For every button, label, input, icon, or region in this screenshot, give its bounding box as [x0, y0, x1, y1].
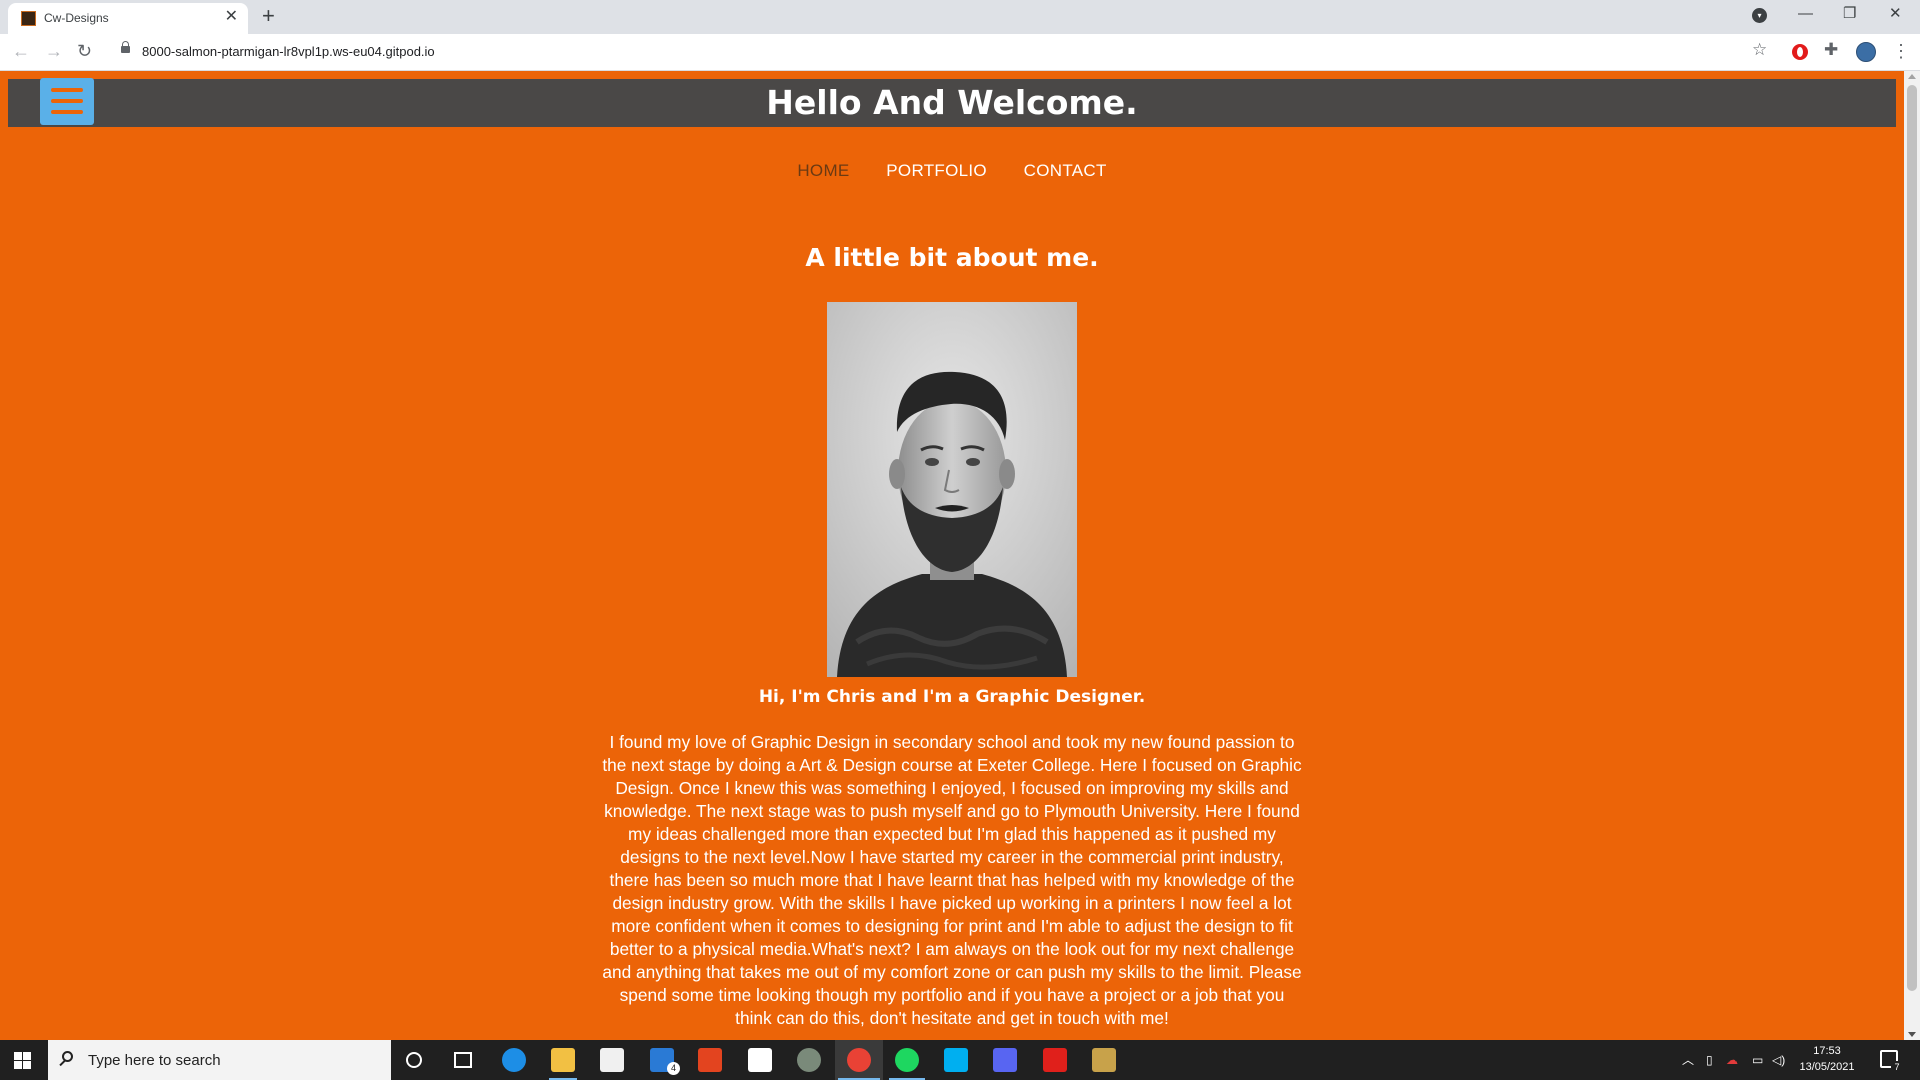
puzzle-extension-icon[interactable]: ✚ — [1824, 40, 1838, 60]
taskbar-clock[interactable]: 17:53 13/05/2021 — [1796, 1043, 1858, 1075]
clock-time: 17:53 — [1813, 1045, 1841, 1057]
forward-arrow-icon[interactable]: → — [45, 40, 63, 62]
nav-portfolio[interactable]: PORTFOLIO — [886, 161, 987, 181]
scroll-thumb[interactable] — [1907, 85, 1917, 991]
acrobat-icon[interactable] — [1043, 1048, 1067, 1072]
tray-device-icon[interactable]: ▯ — [1706, 1052, 1713, 1068]
about-heading: A little bit about me. — [805, 243, 1099, 272]
skype-icon[interactable] — [944, 1048, 968, 1072]
site-favicon-icon — [21, 11, 36, 26]
page-scrollbar[interactable] — [1904, 71, 1920, 1040]
reload-icon[interactable]: ↻ — [77, 40, 92, 62]
tray-onedrive-icon[interactable]: ☁ — [1726, 1052, 1738, 1068]
edge-icon[interactable] — [502, 1048, 526, 1072]
app-icon[interactable] — [797, 1048, 821, 1072]
task-view-icon[interactable] — [454, 1052, 472, 1068]
lock-icon[interactable] — [121, 41, 130, 53]
taskbar-search-box[interactable]: Type here to search — [48, 1040, 391, 1080]
new-tab-button[interactable]: + — [262, 4, 275, 28]
profile-photo — [827, 302, 1077, 677]
chrome-icon[interactable] — [847, 1048, 871, 1072]
office-icon[interactable] — [698, 1048, 722, 1072]
scroll-up-arrow-icon[interactable] — [1908, 74, 1916, 79]
browser-tab[interactable]: Cw-Designs ✕ — [8, 3, 248, 34]
tray-network-icon[interactable]: ▭ — [1752, 1052, 1763, 1068]
opera-extension-icon[interactable] — [1792, 44, 1808, 60]
notification-count: 7 — [1891, 1061, 1903, 1073]
menu-dots-icon[interactable]: ⋮ — [1892, 40, 1910, 62]
tray-volume-icon[interactable]: ◁) — [1772, 1052, 1785, 1068]
site-header: Hello And Welcome. — [8, 78, 1896, 127]
tray-chevron-icon[interactable]: ︿ — [1682, 1052, 1694, 1068]
clock-date: 13/05/2021 — [1799, 1061, 1855, 1073]
minimize-icon[interactable]: — — [1798, 4, 1813, 24]
file-explorer-icon[interactable] — [551, 1048, 575, 1072]
league-icon[interactable] — [1092, 1048, 1116, 1072]
taskbar-search-placeholder: Type here to search — [88, 1052, 221, 1069]
tab-title: Cw-Designs — [44, 11, 109, 25]
tab-search-icon[interactable]: ▾ — [1752, 8, 1767, 23]
browser-tab-strip: Cw-Designs ✕ + ▾ — ❐ ✕ — [0, 0, 1920, 34]
page-viewport: Hello And Welcome. HOME PORTFOLIO CONTAC… — [0, 71, 1904, 1040]
browser-toolbar: ← → ↻ 8000-salmon-ptarmigan-lr8vpl1p.ws-… — [0, 34, 1920, 71]
intro-line: Hi, I'm Chris and I'm a Graphic Designer… — [758, 687, 1146, 707]
spotify-icon[interactable] — [895, 1048, 919, 1072]
tab-close-icon[interactable]: ✕ — [225, 8, 238, 26]
scroll-down-arrow-icon[interactable] — [1908, 1032, 1916, 1037]
store-icon[interactable] — [600, 1048, 624, 1072]
address-bar[interactable]: 8000-salmon-ptarmigan-lr8vpl1p.ws-eu04.g… — [110, 38, 1778, 66]
maximize-icon[interactable]: ❐ — [1843, 4, 1856, 24]
profile-avatar[interactable] — [1856, 42, 1876, 62]
nav-home[interactable]: HOME — [797, 161, 849, 181]
mail-badge: 4 — [667, 1062, 680, 1075]
url-text[interactable]: 8000-salmon-ptarmigan-lr8vpl1p.ws-eu04.g… — [142, 44, 435, 59]
discord-icon[interactable] — [993, 1048, 1017, 1072]
bookmark-star-icon[interactable]: ☆ — [1752, 40, 1767, 60]
search-icon — [62, 1051, 73, 1062]
bio-paragraph: I found my love of Graphic Design in sec… — [602, 732, 1302, 1028]
capcut-icon[interactable] — [748, 1048, 772, 1072]
back-arrow-icon[interactable]: ← — [12, 40, 30, 62]
cortana-icon[interactable] — [406, 1052, 422, 1068]
windows-taskbar: Type here to search 4 ︿ ▯ ☁ ▭ ◁) 17:53 1… — [0, 1040, 1920, 1080]
site-title: Hello And Welcome. — [766, 83, 1138, 122]
window-close-icon[interactable]: ✕ — [1889, 4, 1902, 24]
windows-start-icon[interactable] — [14, 1052, 31, 1069]
nav-contact[interactable]: CONTACT — [1024, 161, 1107, 181]
site-nav: HOME PORTFOLIO CONTACT — [0, 161, 1904, 181]
